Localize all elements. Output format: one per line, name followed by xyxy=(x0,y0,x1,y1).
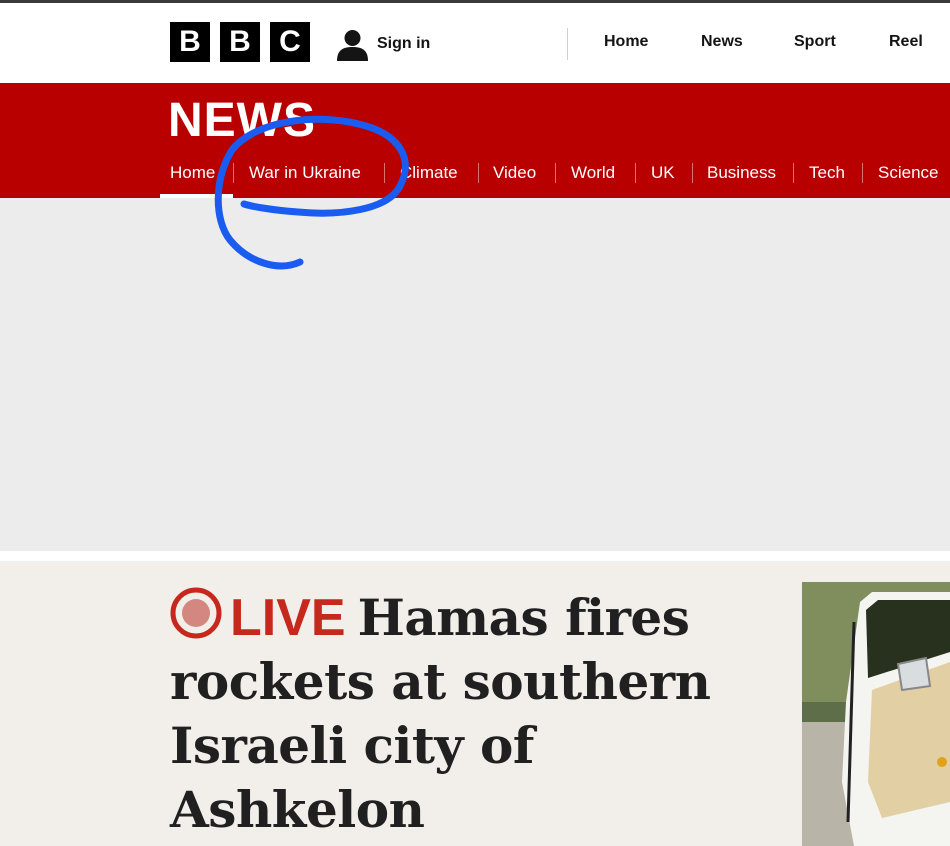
nav-separator xyxy=(555,163,556,183)
story-image[interactable] xyxy=(802,582,950,846)
news-nav-business[interactable]: Business xyxy=(707,163,776,183)
nav-separator xyxy=(233,163,234,183)
nav-separator xyxy=(862,163,863,183)
global-nav-news[interactable]: News xyxy=(701,33,743,51)
nav-separator xyxy=(692,163,693,183)
news-nav-climate[interactable]: Climate xyxy=(400,163,458,183)
news-nav-war-in-ukraine[interactable]: War in Ukraine xyxy=(249,163,361,183)
news-nav-home[interactable]: Home xyxy=(170,163,215,183)
news-nav-world[interactable]: World xyxy=(571,163,615,183)
nav-separator xyxy=(478,163,479,183)
nav-separator xyxy=(793,163,794,183)
live-label: LIVE xyxy=(230,589,346,647)
car-door-image xyxy=(802,582,950,846)
news-nav-video[interactable]: Video xyxy=(493,163,536,183)
news-header: NEWS Home War in Ukraine Climate Video W… xyxy=(0,83,950,198)
news-nav-tech[interactable]: Tech xyxy=(809,163,845,183)
news-wordmark[interactable]: NEWS xyxy=(168,93,316,149)
section-gap xyxy=(0,551,950,561)
ad-placeholder xyxy=(0,198,950,551)
global-navigation: B B C Sign in Home News Sport Reel xyxy=(0,3,950,83)
top-story-headline[interactable]: LIVE Hamas fires rockets at southern Isra… xyxy=(170,586,730,842)
news-nav-science[interactable]: Science xyxy=(878,163,938,183)
top-story-section: LIVE Hamas fires rockets at southern Isra… xyxy=(0,561,950,846)
global-nav-reel[interactable]: Reel xyxy=(889,33,923,51)
news-section-nav: Home War in Ukraine Climate Video World … xyxy=(0,153,950,198)
news-nav-uk[interactable]: UK xyxy=(651,163,675,183)
global-nav-sport[interactable]: Sport xyxy=(794,33,836,51)
nav-separator xyxy=(635,163,636,183)
nav-separator xyxy=(384,163,385,183)
live-icon xyxy=(170,587,222,639)
global-nav-links: Home News Sport Reel xyxy=(0,33,950,55)
bbc-news-page: B B C Sign in Home News Sport Reel NEWS … xyxy=(0,0,950,846)
global-nav-home[interactable]: Home xyxy=(604,33,648,51)
